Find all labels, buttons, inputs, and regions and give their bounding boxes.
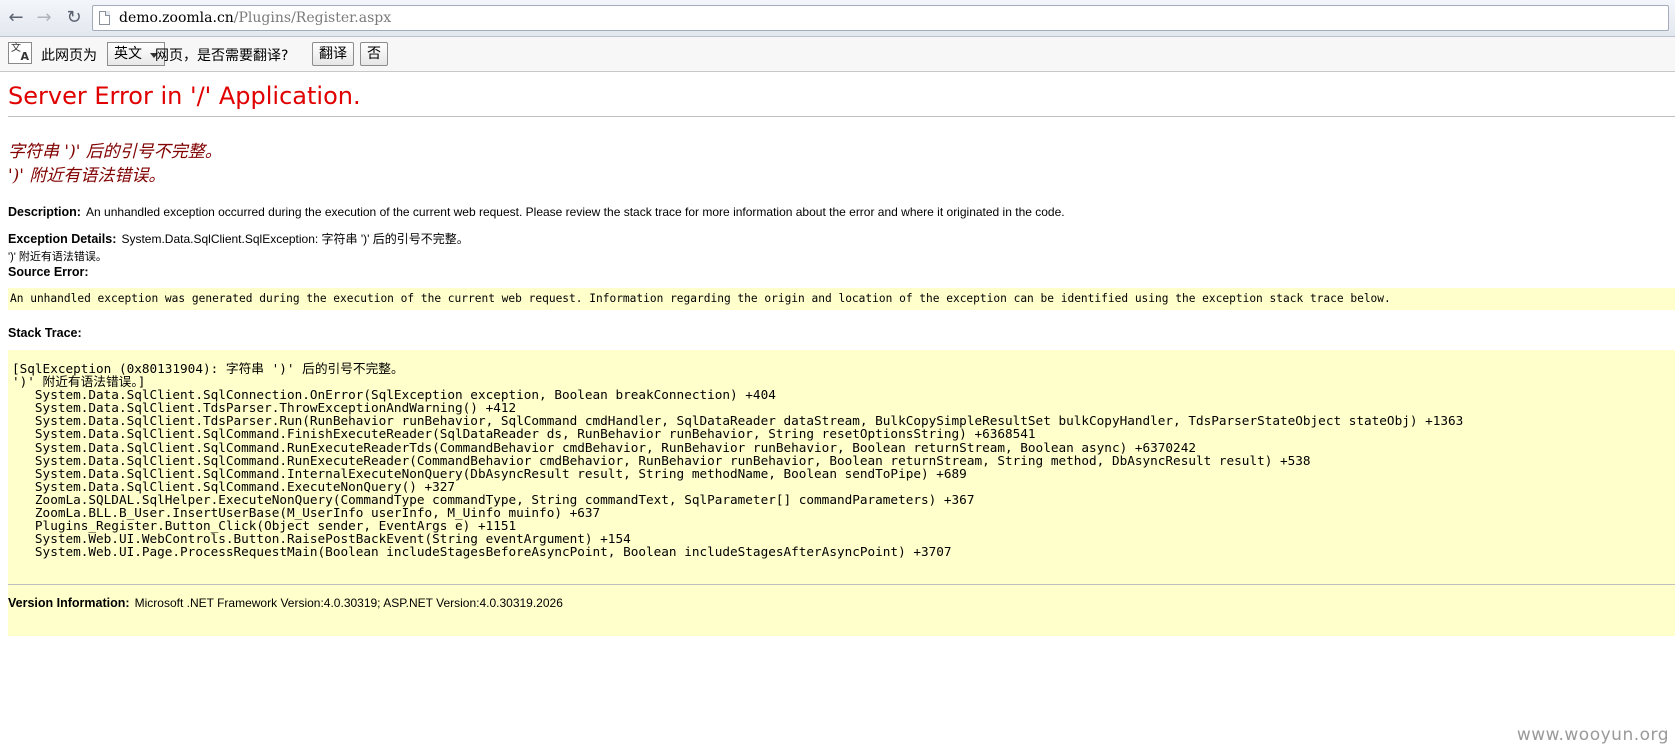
title-divider	[8, 116, 1675, 117]
version-label: Version Information:	[8, 596, 130, 610]
error-line: ')' 附近有语法错误。	[8, 166, 166, 186]
version-text: Microsoft .NET Framework Version:4.0.303…	[134, 596, 563, 610]
language-select-value: 英文	[114, 46, 142, 62]
exception-text: System.Data.SqlClient.SqlException: 字符串 …	[121, 232, 469, 246]
translate-button[interactable]: 翻译	[312, 42, 354, 66]
url-text[interactable]: demo.zoomla.cn/Plugins/Register.aspx	[119, 6, 391, 30]
stack-trace-label: Stack Trace:	[8, 326, 82, 340]
description-label: Description:	[8, 205, 81, 219]
source-error-box: An unhandled exception was generated dur…	[8, 288, 1675, 310]
reload-icon[interactable]: ↻	[62, 6, 86, 30]
address-bar[interactable]: demo.zoomla.cn/Plugins/Register.aspx	[92, 5, 1669, 31]
forward-arrow-icon[interactable]: →	[32, 6, 56, 30]
back-arrow-icon[interactable]: ←	[4, 6, 28, 30]
description-text: An unhandled exception occurred during t…	[86, 205, 1065, 219]
version-information: Version Information: Microsoft .NET Fram…	[8, 592, 563, 611]
watermark: www.wooyun.org	[1516, 725, 1669, 745]
page-icon	[99, 11, 110, 25]
translate-prompt-prefix: 此网页为	[41, 48, 97, 64]
no-translate-button[interactable]: 否	[360, 42, 388, 66]
version-divider	[8, 584, 1675, 585]
source-error-text: An unhandled exception was generated dur…	[10, 292, 1391, 305]
description: Description: An unhandled exception occu…	[8, 201, 1065, 220]
exception-label: Exception Details:	[8, 232, 117, 246]
stack-trace-text: [SqlException (0x80131904): 字符串 ')' 后的引号…	[8, 350, 1675, 558]
error-line: 字符串 ')' 后的引号不完整。	[8, 142, 222, 162]
translate-icon: 文 A	[8, 42, 32, 64]
translate-infobar: 文 A 此网页为 英文 网页，是否需要翻译? 翻译 否	[0, 37, 1675, 72]
source-error-label: Source Error:	[8, 265, 89, 279]
browser-toolbar: ← → ↻ demo.zoomla.cn/Plugins/Register.as…	[0, 0, 1675, 37]
stack-line: System.Web.UI.Page.ProcessRequestMain(Bo…	[12, 544, 952, 560]
url-path: /Plugins/Register.aspx	[233, 10, 392, 26]
url-host: demo.zoomla.cn	[119, 10, 234, 26]
exception-details: Exception Details: System.Data.SqlClient…	[8, 230, 469, 265]
translate-prompt-suffix: 网页，是否需要翻译?	[155, 48, 289, 64]
page-title: Server Error in '/' Application.	[8, 82, 361, 110]
error-message: 字符串 ')' 后的引号不完整。 ')' 附近有语法错误。	[8, 140, 222, 188]
